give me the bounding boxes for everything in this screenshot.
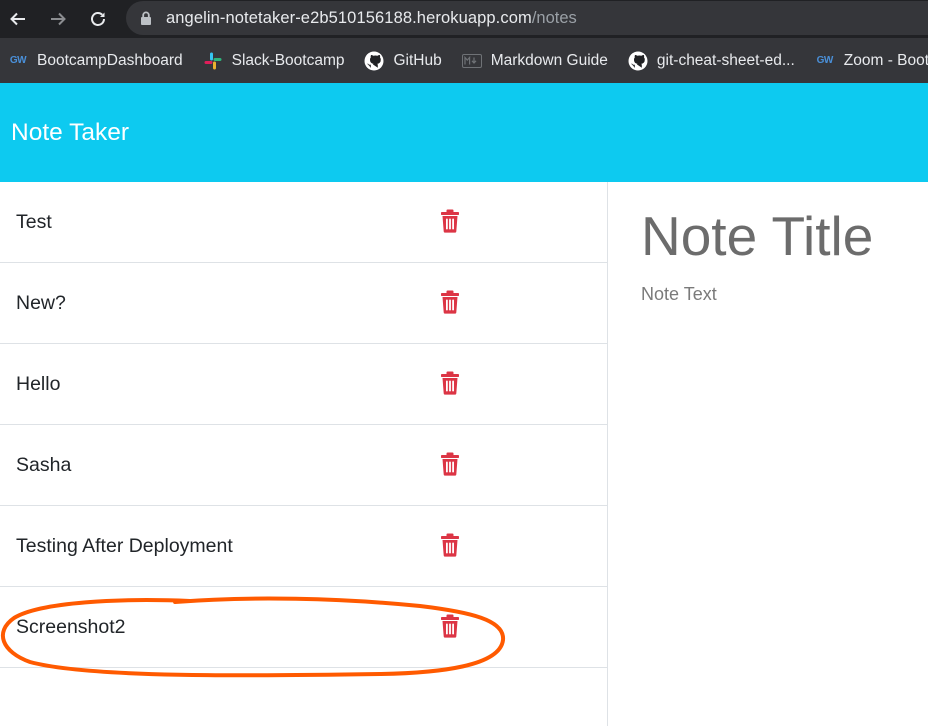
bookmark-label: Slack-Bootcamp: [231, 51, 345, 69]
list-item[interactable]: New?: [0, 263, 607, 344]
bookmark-label: git-cheat-sheet-ed...: [656, 51, 795, 69]
note-title[interactable]: Test: [16, 211, 52, 234]
back-arrow-icon: [10, 12, 25, 26]
browser-toolbar: angelin-notetaker-e2b510156188.herokuapp…: [0, 0, 928, 38]
address-bar[interactable]: angelin-notetaker-e2b510156188.herokuapp…: [126, 1, 928, 35]
list-item[interactable]: Sasha: [0, 425, 607, 506]
list-item[interactable]: Testing After Deployment: [0, 506, 607, 587]
app-title[interactable]: Note Taker: [11, 119, 129, 147]
gw-icon: GW: [816, 55, 834, 66]
trash-icon[interactable]: [440, 290, 460, 314]
note-text-input[interactable]: [641, 284, 921, 344]
note-title[interactable]: New?: [16, 292, 66, 315]
list-item[interactable]: Test: [0, 182, 607, 263]
note-title[interactable]: Testing After Deployment: [16, 535, 233, 558]
bookmark-github[interactable]: GitHub: [364, 51, 442, 71]
bookmark-markdown-guide[interactable]: Markdown Guide: [461, 51, 608, 71]
bookmark-label: BootcampDashboard: [37, 51, 183, 69]
note-title[interactable]: Sasha: [16, 454, 71, 477]
github-icon: [628, 51, 648, 71]
note-title[interactable]: Hello: [16, 373, 60, 396]
notes-list: Test New? Hello Sasha Testing After Depl…: [0, 182, 608, 726]
note-title[interactable]: Screenshot2: [16, 616, 126, 639]
bookmark-label: Markdown Guide: [490, 51, 608, 69]
trash-icon[interactable]: [440, 452, 460, 476]
list-item[interactable]: Screenshot2: [0, 587, 607, 668]
reload-button[interactable]: [82, 3, 114, 35]
note-editor: [608, 182, 928, 726]
reload-icon: [91, 12, 105, 26]
trash-icon[interactable]: [440, 614, 460, 638]
bookmark-bootcamp-dashboard[interactable]: GW BootcampDashboard: [8, 51, 183, 71]
gw-icon: GW: [9, 55, 27, 66]
url-path: /notes: [531, 8, 577, 27]
markdown-icon: [461, 51, 482, 71]
app-navbar: Note Taker: [0, 83, 928, 182]
bookmarks-bar: GW BootcampDashboard Slack-Bootcamp GitH…: [0, 38, 928, 83]
list-item[interactable]: Hello: [0, 344, 607, 425]
back-button[interactable]: [2, 3, 34, 35]
forward-arrow-icon: [51, 12, 66, 26]
note-title-input[interactable]: [641, 202, 928, 270]
slack-icon: [203, 51, 223, 71]
github-icon: [364, 51, 384, 71]
trash-icon[interactable]: [440, 209, 460, 233]
forward-button[interactable]: [42, 3, 74, 35]
trash-icon[interactable]: [440, 533, 460, 557]
bookmark-slack-bootcamp[interactable]: Slack-Bootcamp: [203, 51, 345, 71]
bookmark-zoom-bootcamp[interactable]: GW Zoom - Bootca: [815, 51, 928, 71]
trash-icon[interactable]: [440, 371, 460, 395]
url-host: angelin-notetaker-e2b510156188.herokuapp…: [166, 8, 532, 27]
bookmark-label: Zoom - Bootca: [843, 51, 928, 69]
bookmark-git-cheat-sheet[interactable]: git-cheat-sheet-ed...: [628, 51, 795, 71]
lock-icon: [140, 10, 154, 26]
bookmark-label: GitHub: [393, 51, 442, 69]
